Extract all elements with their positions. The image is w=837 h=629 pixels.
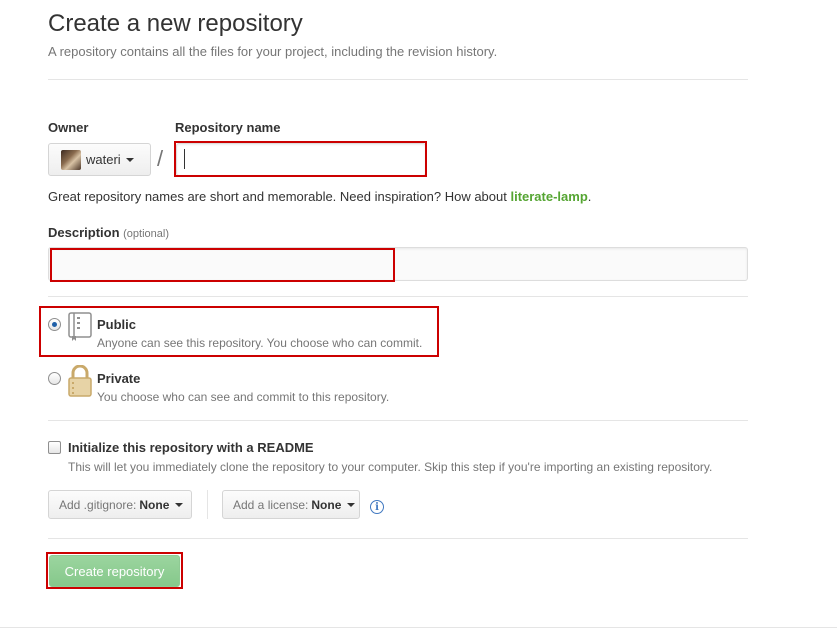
- info-icon[interactable]: i: [370, 500, 384, 514]
- page-title: Create a new repository: [48, 10, 303, 37]
- divider: [48, 420, 748, 421]
- optional-note: (optional): [123, 228, 169, 240]
- repo-name-input[interactable]: [176, 143, 426, 176]
- repo-book-icon: [68, 312, 92, 341]
- license-value: None: [311, 497, 342, 512]
- gitignore-value: None: [139, 497, 170, 512]
- divider: [0, 627, 837, 628]
- description-label-text: Description: [48, 225, 120, 240]
- private-description: You choose who can see and commit to thi…: [97, 390, 390, 404]
- divider: [48, 296, 748, 297]
- lock-icon: [68, 365, 92, 397]
- page-subtitle: A repository contains all the files for …: [48, 44, 498, 59]
- repo-name-hint: Great repository names are short and mem…: [48, 189, 591, 204]
- description-label: Description (optional): [48, 225, 169, 240]
- hint-text: Great repository names are short and mem…: [48, 189, 511, 204]
- create-repository-button[interactable]: Create repository: [49, 555, 180, 587]
- name-suggestion-link[interactable]: literate-lamp: [510, 189, 587, 204]
- license-prefix: Add a license:: [233, 497, 309, 512]
- private-title: Private: [97, 371, 141, 386]
- owner-label: Owner: [48, 120, 89, 135]
- divider: [48, 79, 748, 80]
- divider: [207, 490, 208, 519]
- caret-down-icon: [125, 157, 134, 162]
- repo-name-label: Repository name: [175, 120, 281, 135]
- owner-repo-separator: /: [157, 146, 164, 171]
- readme-checkbox[interactable]: [48, 441, 61, 454]
- description-input[interactable]: [48, 247, 748, 281]
- caret-down-icon: [347, 502, 356, 507]
- license-dropdown[interactable]: Add a license: None: [222, 490, 360, 519]
- owner-dropdown[interactable]: wateri: [48, 143, 151, 176]
- gitignore-dropdown[interactable]: Add .gitignore: None: [48, 490, 192, 519]
- caret-down-icon: [175, 502, 184, 507]
- private-radio[interactable]: [48, 372, 61, 385]
- hint-period: .: [587, 189, 592, 204]
- readme-label[interactable]: Initialize this repository with a README: [68, 440, 314, 455]
- divider: [48, 538, 748, 539]
- public-radio[interactable]: [48, 318, 61, 331]
- public-title: Public: [97, 317, 137, 332]
- readme-description: This will let you immediately clone the …: [68, 460, 713, 474]
- public-description: Anyone can see this repository. You choo…: [97, 336, 423, 350]
- owner-name: wateri: [86, 152, 121, 167]
- text-cursor: [184, 149, 185, 169]
- gitignore-prefix: Add .gitignore:: [59, 497, 137, 512]
- avatar: [61, 149, 81, 170]
